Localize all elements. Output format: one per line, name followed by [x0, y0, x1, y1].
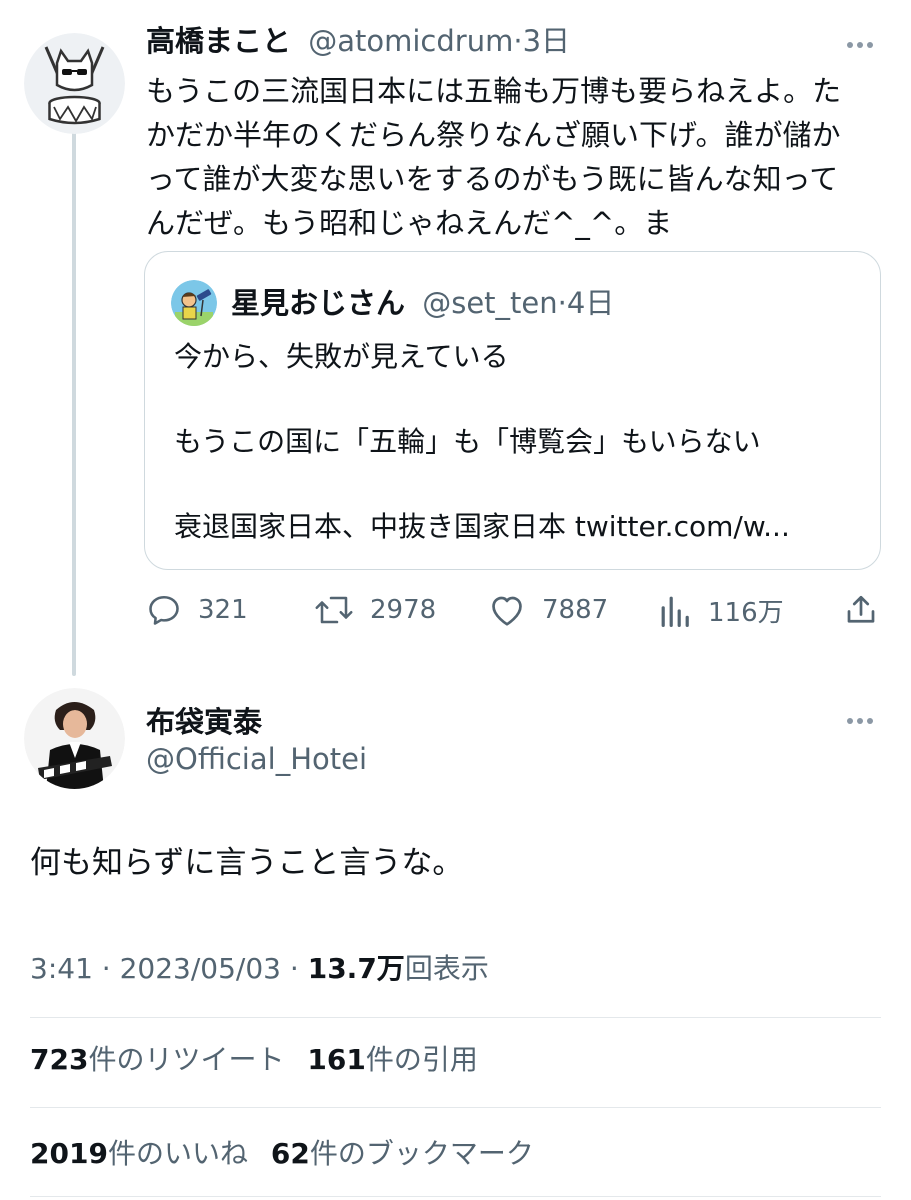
bookmarks-stat-count: 62 — [270, 1137, 310, 1170]
heart-icon — [492, 596, 522, 626]
header-separator: · — [513, 24, 523, 58]
retweet-icon — [315, 596, 353, 624]
quotes-stat-count: 161 — [307, 1043, 366, 1076]
avatar-set-ten — [171, 280, 217, 326]
tweet-date[interactable]: 2023/05/03 — [120, 952, 281, 985]
tweet-text-line: んだぜ。もう昭和じゃねえんだ^_^。ま — [146, 206, 673, 240]
quote-author-name: 星見おじさん — [231, 286, 406, 320]
likes-stat-label: 件のいいね — [107, 1137, 248, 1170]
divider — [30, 1017, 881, 1018]
quotes-stat[interactable]: 161件の引用 — [307, 1043, 477, 1076]
more-options-icon[interactable] — [847, 42, 873, 48]
main-author-name[interactable]: 布袋寅泰 — [146, 704, 262, 740]
bookmarks-stat-label: 件のブックマーク — [309, 1137, 534, 1170]
likes-stat[interactable]: 2019件のいいね — [30, 1137, 248, 1170]
share-upload-icon — [847, 595, 875, 623]
divider — [30, 1196, 881, 1197]
meta-separator: · — [101, 952, 111, 985]
share-button[interactable] — [843, 592, 879, 628]
tweet-meta: 3:41 · 2023/05/03 · 13.7万回表示 — [30, 951, 489, 987]
reply-bubble-icon — [149, 595, 179, 625]
quote-tweet-age: 4日 — [566, 286, 615, 320]
guitarist-avatar-image — [24, 688, 125, 789]
reply-count: 321 — [198, 595, 248, 625]
quotes-stat-label: 件の引用 — [365, 1043, 478, 1076]
author-name[interactable]: 高橋まこと — [146, 24, 291, 58]
retweets-stat[interactable]: 723件のリツイート — [30, 1043, 284, 1076]
tweet-view-count[interactable]: 13.7万 — [308, 952, 405, 985]
likes-stat-count: 2019 — [30, 1137, 108, 1170]
stargazer-avatar-image — [171, 280, 217, 326]
quote-text-line: 今から、失敗が見えている — [174, 340, 509, 373]
quote-text-line: 衰退国家日本、中抜き国家日本 twitter.com/w... — [174, 510, 790, 543]
author-handle[interactable]: @atomicdrum — [308, 24, 513, 58]
main-author-handle[interactable]: @Official_Hotei — [146, 741, 367, 777]
tweet-view-label: 回表示 — [404, 952, 489, 985]
quote-header-separator: · — [557, 286, 567, 320]
like-count: 7887 — [542, 595, 609, 625]
views-bar-chart-icon — [661, 596, 689, 627]
retweets-stat-count: 723 — [30, 1043, 89, 1076]
tweet-age[interactable]: 3日 — [523, 24, 570, 58]
quote-header: 星見おじさん @set_ten·4日 — [231, 285, 614, 321]
retweet-button[interactable]: 2978 — [314, 592, 436, 628]
tweet-text-line: って誰が大変な思いをするのがもう既に皆んな知って — [146, 162, 839, 196]
avatar-atomicdrum[interactable] — [24, 33, 125, 134]
bookmarks-stat[interactable]: 62件のブックマーク — [271, 1137, 534, 1170]
tweet-text-line: かだか半年のくだらん祭りなんざ願い下げ。誰が儲か — [146, 118, 841, 152]
views-button[interactable]: 116万 — [660, 592, 784, 629]
thread-connector-line — [72, 131, 76, 676]
meta-separator: · — [289, 952, 299, 985]
quote-text-line: もうこの国に「五輪」も「博覧会」もいらない — [174, 425, 761, 458]
quote-author-handle: @set_ten — [422, 286, 558, 320]
reply-tweet-text: もうこの三流国日本には五輪も万博も要らねえよ。た かだか半年のくだらん祭りなんざ… — [146, 69, 886, 245]
avatar-official-hotei[interactable] — [24, 688, 125, 789]
reply-button[interactable]: 321 — [146, 592, 248, 628]
cat-drummer-avatar-image — [24, 33, 125, 134]
main-more-options-icon[interactable] — [847, 718, 873, 724]
quoted-tweet-card[interactable]: 星見おじさん @set_ten·4日 今から、失敗が見えている もうこの国に「五… — [144, 251, 881, 570]
engagement-stats-row: 723件のリツイート 161件の引用 — [30, 1042, 478, 1078]
retweet-count: 2978 — [370, 595, 437, 625]
engagement-stats-row: 2019件のいいね 62件のブックマーク — [30, 1136, 534, 1172]
tweet-time[interactable]: 3:41 — [30, 952, 93, 985]
reply-header: 高橋まこと @atomicdrum·3日 — [146, 23, 570, 59]
main-tweet-text: 何も知らずに言うこと言うな。 — [30, 845, 464, 881]
tweet-text-line: もうこの三流国日本には五輪も万博も要らねえよ。た — [146, 74, 842, 108]
like-button[interactable]: 7887 — [488, 592, 608, 628]
retweets-stat-label: 件のリツイート — [88, 1043, 285, 1076]
divider — [30, 1107, 881, 1108]
views-count: 116万 — [708, 598, 784, 628]
